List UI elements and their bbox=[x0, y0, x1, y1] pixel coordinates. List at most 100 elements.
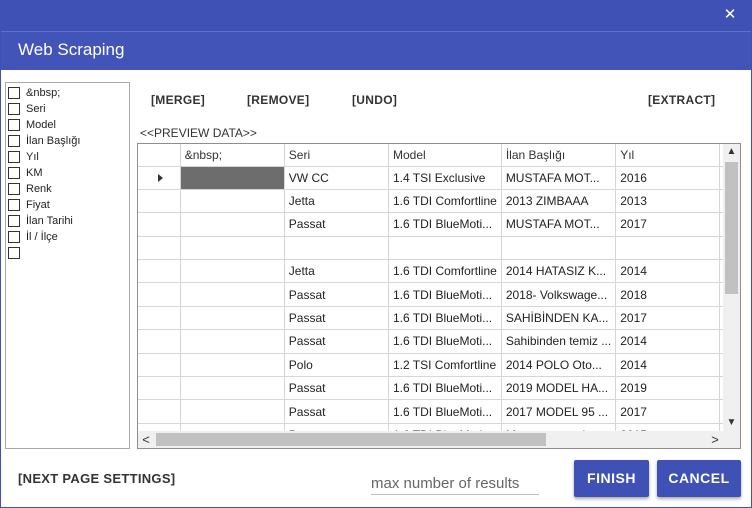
table-cell[interactable]: Passat bbox=[284, 376, 389, 401]
row-header[interactable] bbox=[138, 259, 181, 284]
table-row[interactable]: Passat 1.6 TDI BlueMoti... 2017 MODEL 95 .… bbox=[138, 399, 740, 424]
table-cell[interactable]: 2017 bbox=[615, 399, 720, 424]
cancel-button[interactable]: CANCEL bbox=[657, 460, 741, 497]
field-item[interactable]: İlan Başlığı bbox=[6, 133, 129, 149]
table-cell[interactable] bbox=[180, 282, 285, 307]
table-cell[interactable] bbox=[180, 166, 285, 190]
table-cell[interactable]: 1.6 TDI BlueMoti... bbox=[388, 282, 502, 307]
table-cell[interactable] bbox=[615, 236, 720, 261]
column-header[interactable]: Seri bbox=[284, 144, 389, 167]
table-cell[interactable]: MUSTAFA MOT... bbox=[501, 212, 617, 237]
table-cell[interactable]: 1.6 TDI BlueMoti... bbox=[388, 376, 502, 401]
close-icon[interactable]: ✕ bbox=[721, 6, 739, 24]
table-cell[interactable]: Passat bbox=[284, 306, 389, 331]
table-cell[interactable]: 2014 bbox=[615, 259, 720, 284]
preview-data-grid[interactable]: &nbsp;SeriModelİlan BaşlığıYılK VW CC1.4… bbox=[137, 143, 741, 449]
table-row[interactable]: Polo 1.2 TSI Comfortline 2014 POLO Oto... 2… bbox=[138, 353, 740, 378]
column-header[interactable]: İlan Başlığı bbox=[501, 144, 617, 167]
table-cell[interactable] bbox=[388, 236, 502, 261]
row-header[interactable] bbox=[138, 353, 181, 378]
row-header[interactable] bbox=[138, 329, 181, 354]
table-cell[interactable] bbox=[180, 212, 285, 237]
table-row[interactable]: Jetta 1.6 TDI Comfortline 2014 HATASIZ K..… bbox=[138, 259, 740, 284]
horizontal-scroll-thumb[interactable] bbox=[156, 433, 546, 446]
table-cell[interactable] bbox=[180, 353, 285, 378]
table-cell[interactable] bbox=[180, 236, 285, 261]
max-results-input[interactable] bbox=[371, 473, 539, 495]
table-cell[interactable] bbox=[501, 236, 617, 261]
scroll-left-icon[interactable]: < bbox=[138, 431, 154, 448]
vertical-scrollbar[interactable]: ▲ ▼ bbox=[723, 144, 740, 431]
table-cell[interactable]: 1.6 TDI BlueMoti... bbox=[388, 212, 502, 237]
table-cell[interactable]: 2017 MODEL 95 ... bbox=[501, 399, 617, 424]
scroll-down-icon[interactable]: ▼ bbox=[723, 415, 740, 431]
field-item[interactable]: Model bbox=[6, 117, 129, 133]
row-header[interactable] bbox=[138, 236, 181, 261]
row-header[interactable] bbox=[138, 189, 181, 214]
field-checkbox[interactable] bbox=[8, 87, 20, 99]
field-item[interactable]: Fiyat bbox=[6, 197, 129, 213]
table-cell[interactable]: Passat bbox=[284, 399, 389, 424]
table-cell[interactable]: 2014 bbox=[615, 353, 720, 378]
row-header[interactable] bbox=[138, 306, 181, 331]
table-cell[interactable] bbox=[180, 189, 285, 214]
table-cell[interactable]: Passat bbox=[284, 329, 389, 354]
row-header[interactable] bbox=[138, 376, 181, 401]
field-item[interactable]: KM bbox=[6, 165, 129, 181]
field-checkbox[interactable] bbox=[8, 231, 20, 243]
table-cell[interactable]: 2019 MODEL HA... bbox=[501, 376, 617, 401]
table-row[interactable]: Passat 1.6 TDI BlueMoti... Sahibinden temi… bbox=[138, 329, 740, 354]
table-cell[interactable]: 1.4 TSI Exclusive bbox=[388, 166, 502, 190]
table-row[interactable]: Passat 1.6 TDI BlueMoti... MUSTAFA MOT... 2… bbox=[138, 212, 740, 237]
field-checkbox[interactable] bbox=[8, 199, 20, 211]
table-cell[interactable]: Jetta bbox=[284, 189, 389, 214]
field-checkbox[interactable] bbox=[8, 183, 20, 195]
table-cell[interactable]: MUSTAFA MOT... bbox=[501, 166, 617, 190]
table-cell[interactable]: Jetta bbox=[284, 259, 389, 284]
row-header[interactable] bbox=[138, 282, 181, 307]
column-header[interactable]: Model bbox=[388, 144, 502, 167]
merge-button[interactable]: [MERGE] bbox=[151, 93, 205, 107]
remove-button[interactable]: [REMOVE] bbox=[247, 93, 309, 107]
table-cell[interactable]: 2016 bbox=[615, 166, 720, 190]
table-cell[interactable]: Sahibinden temiz ... bbox=[501, 329, 617, 354]
field-item[interactable]: İlan Tarihi bbox=[6, 213, 129, 229]
row-header[interactable] bbox=[138, 212, 181, 237]
extract-button[interactable]: [EXTRACT] bbox=[648, 93, 715, 107]
field-item[interactable]: Renk bbox=[6, 181, 129, 197]
table-cell[interactable]: 2013 bbox=[615, 189, 720, 214]
table-row[interactable]: Jetta 1.6 TDI Comfortline 2013 ZIMBAAA 2013… bbox=[138, 189, 740, 214]
horizontal-scrollbar[interactable]: < > bbox=[138, 431, 723, 448]
table-cell[interactable]: 2014 bbox=[615, 329, 720, 354]
table-row[interactable] bbox=[138, 236, 740, 261]
table-cell[interactable]: 2014 POLO Oto... bbox=[501, 353, 617, 378]
table-row[interactable]: Passat 1.6 TDI BlueMoti... 2018- Volkswage… bbox=[138, 282, 740, 307]
table-cell[interactable] bbox=[180, 399, 285, 424]
table-cell[interactable]: 2019 bbox=[615, 376, 720, 401]
table-cell[interactable]: 2017 bbox=[615, 212, 720, 237]
table-row[interactable]: VW CC 1.4 TSI Exclusive MUSTAFA MOT... 2016… bbox=[138, 166, 740, 190]
field-item[interactable]: Seri bbox=[6, 101, 129, 117]
vertical-scroll-thumb[interactable] bbox=[725, 162, 738, 294]
finish-button[interactable]: FINISH bbox=[574, 460, 649, 497]
next-page-settings-link[interactable]: [NEXT PAGE SETTINGS] bbox=[18, 471, 175, 486]
table-cell[interactable] bbox=[180, 306, 285, 331]
undo-button[interactable]: [UNDO] bbox=[352, 93, 397, 107]
table-cell[interactable]: 2014 HATASIZ K... bbox=[501, 259, 617, 284]
column-header[interactable]: Yıl bbox=[615, 144, 720, 167]
table-cell[interactable]: 1.6 TDI Comfortline bbox=[388, 259, 502, 284]
field-checkbox[interactable] bbox=[8, 151, 20, 163]
table-cell[interactable]: 1.2 TSI Comfortline bbox=[388, 353, 502, 378]
table-cell[interactable]: 2013 ZIMBAAA bbox=[501, 189, 617, 214]
table-cell[interactable] bbox=[180, 259, 285, 284]
field-item[interactable]: Yıl bbox=[6, 149, 129, 165]
table-cell[interactable]: 1.6 TDI BlueMoti... bbox=[388, 306, 502, 331]
field-checklist[interactable]: &nbsp; Seri Model İlan Başlığı Yıl KM Renk Fiya… bbox=[5, 82, 130, 449]
field-checkbox[interactable] bbox=[8, 135, 20, 147]
table-cell[interactable]: 2018- Volkswage... bbox=[501, 282, 617, 307]
table-cell[interactable]: SAHİBİNDEN KA... bbox=[501, 306, 617, 331]
field-item[interactable]: &nbsp; bbox=[6, 85, 129, 101]
row-header[interactable] bbox=[138, 399, 181, 424]
table-cell[interactable]: 2018 bbox=[615, 282, 720, 307]
table-cell[interactable] bbox=[180, 376, 285, 401]
